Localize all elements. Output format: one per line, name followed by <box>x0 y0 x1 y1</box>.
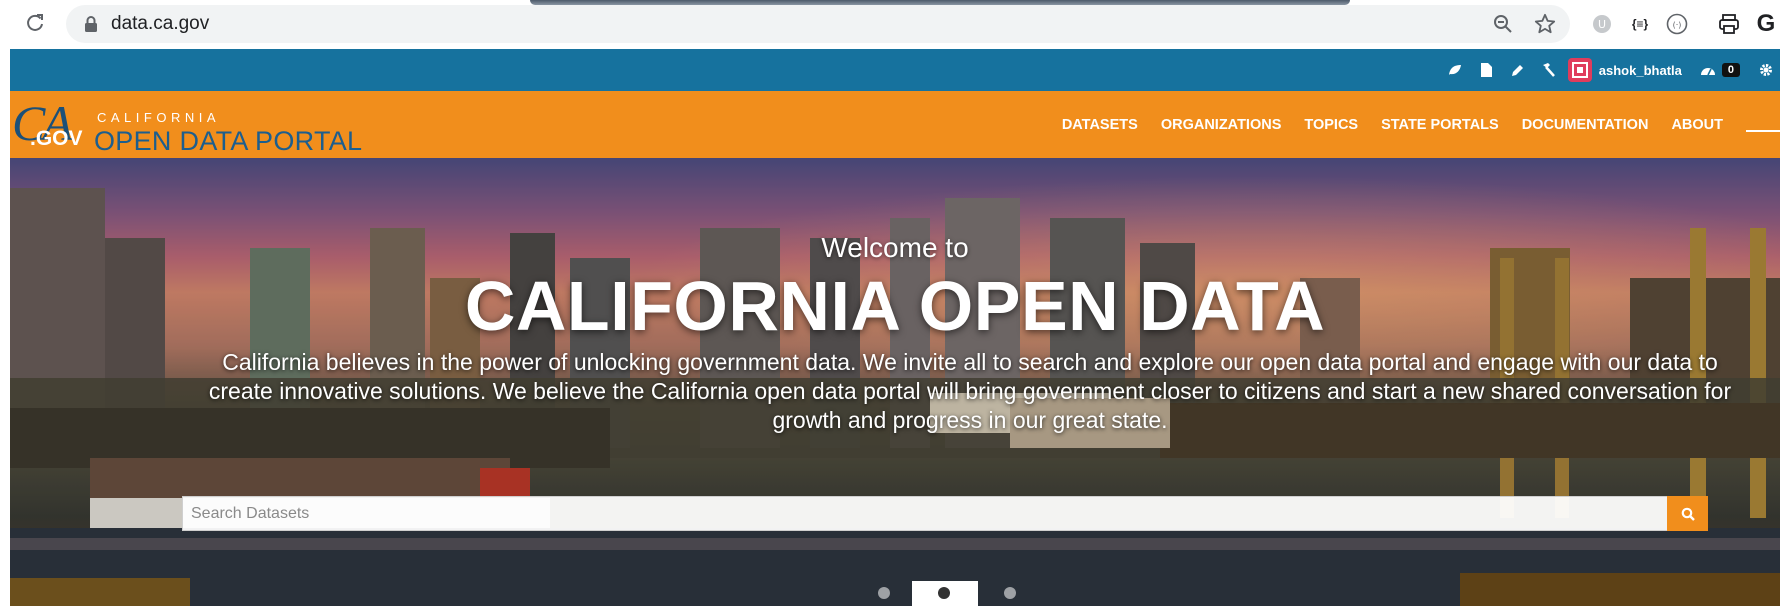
json-viewer-icon[interactable]: {≡} <box>1628 12 1652 36</box>
leaf-icon[interactable] <box>1440 49 1471 91</box>
dataset-search <box>182 496 1721 531</box>
page-icon[interactable] <box>1471 49 1502 91</box>
pencil-icon[interactable] <box>1502 49 1533 91</box>
search-datasets-input[interactable] <box>182 496 1668 531</box>
logo-gov-text: .GOV <box>30 127 83 150</box>
admin-toolbar-actions: ashok_bhatla 0 <box>1440 49 1780 91</box>
search-button[interactable] <box>1667 496 1708 531</box>
hammer-icon[interactable] <box>1533 49 1564 91</box>
gear-icon[interactable] <box>1752 49 1780 91</box>
url-text[interactable]: data.ca.gov <box>111 13 209 35</box>
logo-state-text: CALIFORNIA <box>97 110 221 125</box>
carousel-indicators <box>10 579 1780 606</box>
username-link[interactable]: ashok_bhatla <box>1599 63 1682 78</box>
nav-state-portals[interactable]: STATE PORTALS <box>1381 117 1499 133</box>
hero-description: California believes in the power of unlo… <box>208 349 1732 433</box>
admin-toolbar: ashok_bhatla 0 <box>10 49 1780 91</box>
hero-welcome-text: Welcome to <box>821 232 969 263</box>
carousel-dot-2-active[interactable] <box>912 581 978 606</box>
zoom-icon[interactable] <box>1491 12 1515 36</box>
search-icon <box>1681 507 1695 521</box>
google-icon[interactable]: G <box>1754 10 1778 37</box>
reload-icon[interactable] <box>22 10 48 36</box>
nav-datasets[interactable]: DATASETS <box>1062 117 1138 133</box>
dashboard-icon[interactable] <box>1698 49 1718 91</box>
main-nav: DATASETS ORGANIZATIONS TOPICS STATE PORT… <box>1062 91 1780 158</box>
avatar[interactable] <box>1567 58 1592 82</box>
bookmark-star-icon[interactable] <box>1533 12 1557 36</box>
logo-portal-text: OPEN DATA PORTAL <box>94 126 363 156</box>
nav-topics[interactable]: TOPICS <box>1304 117 1358 133</box>
site-header: CA .GOV CALIFORNIA OPEN DATA PORTAL DATA… <box>10 91 1780 158</box>
hero-title: CALIFORNIA OPEN DATA <box>464 267 1326 345</box>
nav-documentation[interactable]: DOCUMENTATION <box>1522 117 1649 133</box>
code-icon[interactable]: (·) <box>1665 12 1689 36</box>
carousel-dot-3[interactable] <box>1004 587 1016 599</box>
lock-icon[interactable] <box>84 15 98 33</box>
notification-count-badge[interactable]: 0 <box>1721 63 1740 77</box>
browser-chrome: data.ca.gov U {≡} (·) G <box>0 0 1780 49</box>
nav-organizations[interactable]: ORGANIZATIONS <box>1161 117 1282 133</box>
print-icon[interactable] <box>1717 12 1741 36</box>
hero-banner: Welcome to CALIFORNIA OPEN DATA Californ… <box>10 158 1780 606</box>
svg-text:U: U <box>1598 18 1606 31</box>
ca-gov-logo[interactable]: CA .GOV CALIFORNIA OPEN DATA PORTAL <box>10 94 370 156</box>
nav-more-indicator[interactable] <box>1746 129 1780 132</box>
nav-about[interactable]: ABOUT <box>1671 117 1723 133</box>
svg-text:(·): (·) <box>1673 21 1682 30</box>
carousel-dot-1[interactable] <box>878 587 890 599</box>
extension-icon[interactable]: U <box>1590 12 1614 36</box>
address-bar[interactable] <box>66 5 1570 43</box>
